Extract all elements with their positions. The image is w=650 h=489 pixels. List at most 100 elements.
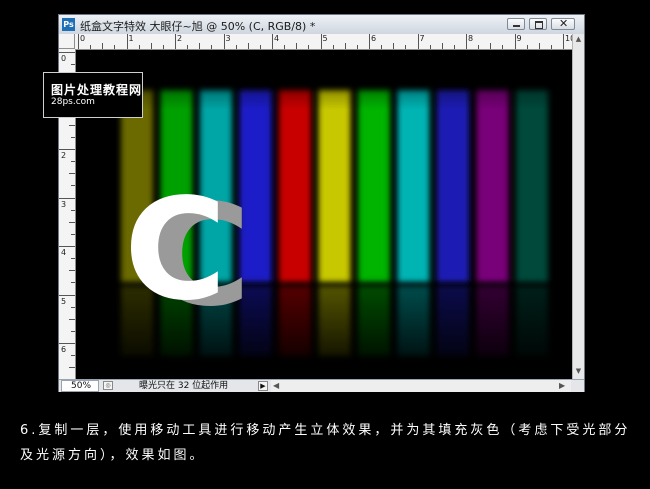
maximize-icon (535, 21, 543, 29)
color-stripe (397, 90, 430, 282)
ruler-subtick (162, 45, 164, 49)
ruler-subtick (453, 45, 455, 49)
ruler-label: 4 (274, 34, 280, 43)
ruler-subtick (308, 45, 310, 49)
ruler-subtick (71, 306, 75, 308)
ruler-label: 0 (61, 54, 67, 63)
ruler-subtick (69, 124, 75, 126)
ruler-subtick (478, 45, 480, 49)
ruler-tick (59, 343, 75, 344)
ruler-label: 7 (419, 34, 425, 43)
ruler-subtick (138, 45, 140, 49)
minimize-button[interactable] (507, 18, 525, 30)
ruler-subtick (393, 43, 395, 49)
horizontal-scrollbar[interactable]: ◀ ▶ (271, 380, 571, 392)
document-title: 纸盒文字特效 大眼仔~旭 @ 50% (C, RGB/8) * (80, 20, 316, 33)
ruler-tick (59, 246, 75, 247)
ruler-label: 10 (565, 34, 572, 43)
document-canvas[interactable]: C C (76, 50, 572, 379)
color-stripe (437, 90, 469, 282)
photoshop-icon: Ps (62, 18, 75, 31)
ruler-subtick (114, 45, 116, 49)
ruler-tick (369, 34, 370, 49)
ruler-subtick (356, 45, 358, 49)
vertical-scrollbar[interactable]: ▲ ▼ (572, 34, 584, 379)
ruler-subtick (71, 258, 75, 260)
ruler-label: 6 (61, 345, 67, 354)
ruler-subtick (538, 43, 540, 49)
ruler-subtick (187, 45, 189, 49)
watermark-title: 图片处理教程网 (51, 83, 143, 97)
ruler-label: 1 (128, 34, 134, 43)
maximize-button[interactable] (529, 18, 547, 30)
ruler-tick (59, 149, 75, 150)
ruler-subtick (71, 233, 75, 235)
ruler-subtick (69, 318, 75, 320)
ruler-tick (417, 34, 419, 49)
document-window: Ps 纸盒文字特效 大眼仔~旭 @ 50% (C, RGB/8) * ✕ 0 1 2… (58, 14, 585, 392)
ruler-subtick (71, 355, 75, 357)
ruler-subtick (550, 45, 552, 49)
ruler-label: 2 (177, 34, 183, 43)
status-message: 曝光只在 32 位起作用 (139, 381, 229, 391)
ruler-subtick (71, 136, 75, 138)
minimize-icon (513, 25, 520, 27)
ruler-subtick (284, 45, 286, 49)
watermark-url: 28ps.com (51, 97, 95, 107)
ruler-tick (272, 34, 273, 49)
ruler-tick (223, 34, 225, 49)
close-button[interactable]: ✕ (551, 17, 575, 30)
ruler-label: 5 (61, 296, 67, 306)
ruler-subtick (71, 330, 75, 332)
ruler-subtick (247, 43, 249, 49)
ruler-subtick (441, 43, 443, 49)
watermark-logo: 图片处理教程网 28ps.com (43, 72, 143, 118)
scroll-left-icon[interactable]: ◀ (273, 380, 279, 392)
color-stripe (516, 90, 548, 282)
ruler-tick (320, 34, 322, 49)
ruler-subtick (71, 64, 75, 66)
ruler-subtick (150, 43, 152, 49)
ruler-tick (59, 52, 75, 53)
close-icon: ✕ (559, 17, 569, 30)
ruler-label: 4 (61, 248, 67, 257)
horizontal-ruler[interactable]: 0 1 2 3 4 5 6 7 8 9 10 (75, 34, 572, 50)
ruler-subtick (296, 43, 298, 49)
scroll-up-icon[interactable]: ▲ (574, 35, 583, 44)
ruler-tick (514, 34, 516, 49)
title-bar[interactable]: Ps 纸盒文字特效 大眼仔~旭 @ 50% (C, RGB/8) * ✕ (59, 15, 584, 35)
ruler-subtick (71, 282, 75, 284)
ruler-subtick (71, 161, 75, 163)
tutorial-caption: 6.复制一层，使用移动工具进行移动产生立体效果，并为其填充灰色（考虑下受光部分及… (20, 423, 631, 463)
ruler-subtick (502, 45, 504, 49)
ruler-subtick (381, 45, 383, 49)
ruler-subtick (332, 45, 334, 49)
ruler-tick (78, 34, 79, 49)
zoom-field[interactable]: 50% (61, 380, 99, 392)
ruler-label: 8 (468, 34, 474, 43)
ruler-tick (59, 294, 75, 296)
ruler-subtick (71, 185, 75, 187)
ruler-subtick (71, 209, 75, 211)
ruler-subtick (211, 45, 213, 49)
ruler-tick (563, 34, 564, 49)
color-stripe (476, 90, 509, 282)
ruler-label: 9 (516, 34, 522, 43)
ruler-subtick (526, 45, 528, 49)
ruler-subtick (69, 173, 75, 175)
ruler-tick (59, 197, 75, 199)
ruler-subtick (344, 43, 346, 49)
ruler-subtick (69, 270, 75, 272)
color-stripe (318, 90, 351, 282)
scroll-right-icon[interactable]: ▶ (559, 380, 565, 392)
ruler-tick (466, 34, 467, 49)
color-stripe (358, 90, 390, 282)
scroll-down-icon[interactable]: ▼ (574, 367, 583, 376)
info-icon[interactable]: ◎ (103, 381, 113, 390)
ruler-label: 0 (80, 34, 86, 43)
ruler-origin[interactable] (59, 34, 75, 49)
ruler-subtick (102, 43, 104, 49)
ruler-label: 3 (61, 199, 67, 209)
status-menu-arrow-icon[interactable]: ▶ (258, 381, 268, 391)
ruler-subtick (429, 45, 431, 49)
